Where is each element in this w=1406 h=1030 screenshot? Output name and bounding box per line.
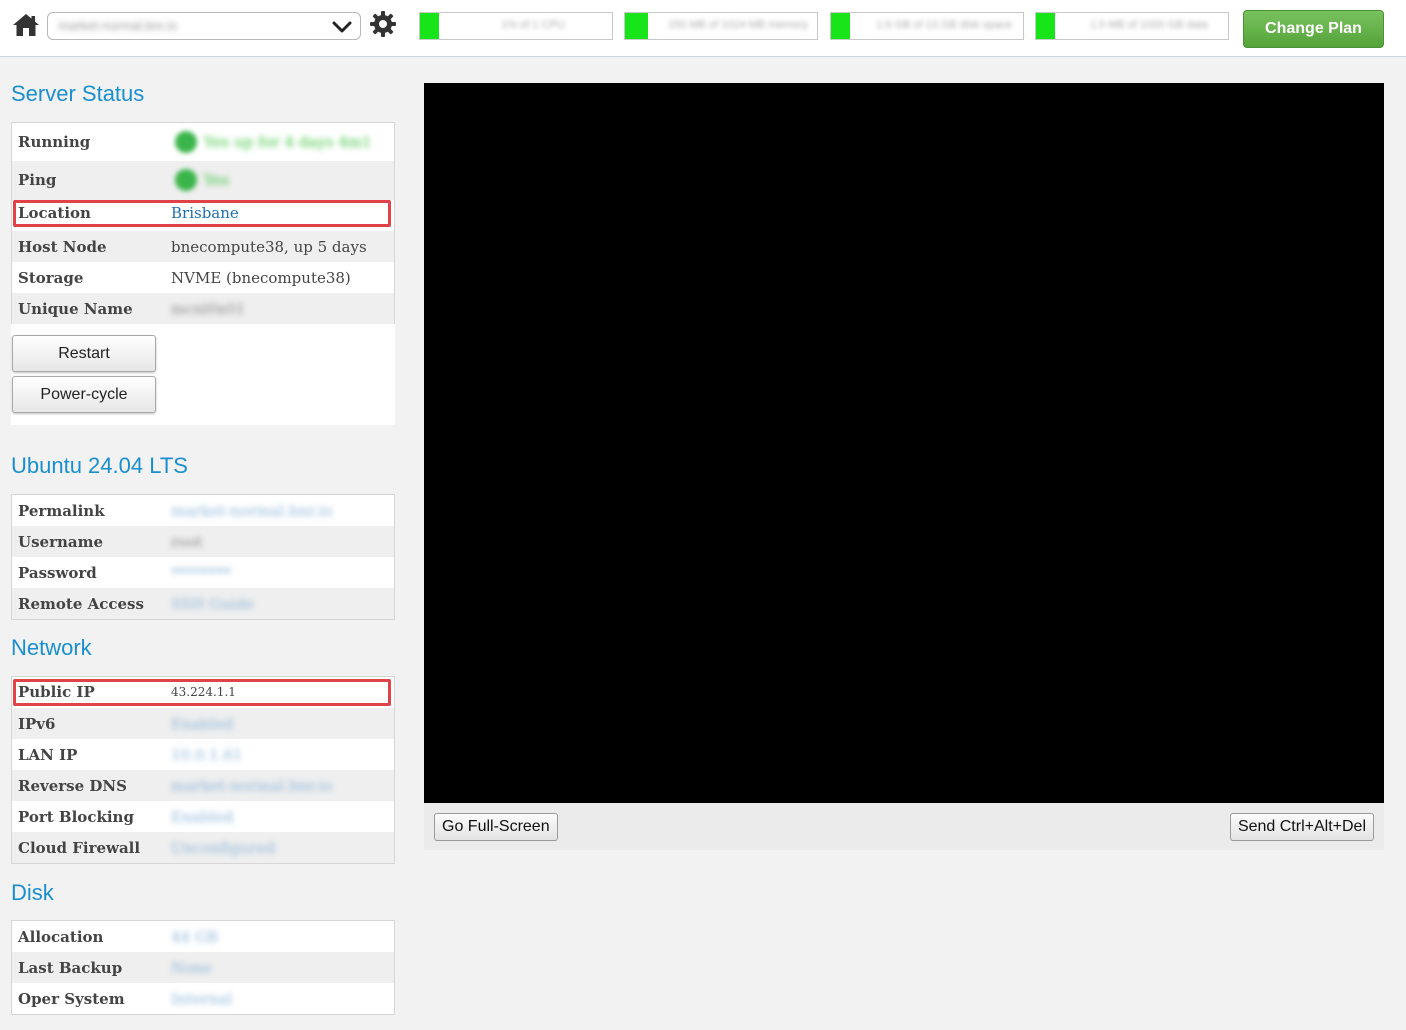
running-label: Running: [18, 133, 91, 151]
network-title: Network: [11, 635, 92, 660]
location-value[interactable]: Brisbane: [171, 204, 239, 222]
os-table: Permalink market-normal.bnr.io Username …: [11, 494, 395, 620]
restart-button[interactable]: Restart: [12, 335, 156, 372]
row-public-ip: Public IP 43.224.1.1: [12, 677, 394, 708]
row-remote-access: Remote Access SSH Guide: [12, 588, 394, 619]
server-status-table: Running Yes up for 4 days 4m1 Ping Yes L…: [11, 122, 395, 324]
location-label: Location: [18, 204, 91, 222]
public-ip-value: 43.224.1.1: [171, 685, 236, 699]
password-label: Password: [18, 564, 97, 582]
unique-name-value: mcnl0x01: [171, 300, 246, 318]
storage-label: Storage: [18, 269, 84, 287]
ping-label: Ping: [18, 171, 57, 189]
server-status-title: Server Status: [11, 81, 145, 106]
cpu-usage-fill: [420, 13, 440, 39]
permalink-label: Permalink: [18, 502, 105, 520]
row-oper-system: Oper System Internal: [12, 983, 394, 1014]
server-select[interactable]: market-normal.bnr.io: [47, 12, 361, 40]
data-usage-meter: 1.5 MB of 1000 GB data: [1035, 12, 1229, 40]
port-blocking-label: Port Blocking: [18, 808, 134, 826]
send-ctrl-alt-del-button[interactable]: Send Ctrl+Alt+Del: [1229, 813, 1374, 841]
row-username: Username root: [12, 526, 394, 557]
row-allocation: Allocation 44 GB: [12, 921, 394, 952]
data-usage-label: 1.5 MB of 1000 GB data: [1089, 19, 1209, 31]
remote-access-label: Remote Access: [18, 595, 144, 613]
storage-value: NVME (bnecompute38): [171, 269, 351, 287]
gear-icon[interactable]: [369, 10, 397, 38]
oper-system-label: Oper System: [18, 990, 125, 1008]
row-storage: Storage NVME (bnecompute38): [12, 262, 394, 293]
console-panel: Go Full-Screen Send Ctrl+Alt+Del: [424, 83, 1384, 850]
top-bar: market-normal.bnr.io 1% of 1 CPU 150 MB …: [0, 0, 1406, 57]
memory-usage-label: 150 MB of 1024 MB memory: [667, 19, 808, 31]
port-blocking-value[interactable]: Enabled: [171, 808, 233, 826]
last-backup-value[interactable]: None: [171, 959, 212, 977]
row-port-blocking: Port Blocking Enabled: [12, 801, 394, 832]
cloud-firewall-label: Cloud Firewall: [18, 839, 141, 857]
allocation-value[interactable]: 44 GB: [171, 928, 218, 946]
home-icon[interactable]: [12, 12, 40, 38]
lan-ip-label: LAN IP: [18, 746, 78, 764]
row-unique-name: Unique Name mcnl0x01: [12, 293, 394, 324]
row-reverse-dns: Reverse DNS market-normal.bnr.io: [12, 770, 394, 801]
cpu-usage-meter: 1% of 1 CPU: [419, 12, 613, 40]
host-node-value: bnecompute38, up 5 days: [171, 238, 367, 256]
row-location: Location Brisbane: [12, 200, 394, 231]
remote-access-value[interactable]: SSH Guide: [171, 595, 254, 613]
public-ip-label: Public IP: [18, 683, 95, 701]
os-title: Ubuntu 24.04 LTS: [11, 453, 188, 478]
username-label: Username: [18, 533, 104, 551]
data-usage-fill: [1036, 13, 1056, 39]
status-check-icon: [175, 131, 197, 153]
username-value: root: [171, 533, 203, 551]
ping-value: Yes: [204, 171, 230, 189]
server-select-value: market-normal.bnr.io: [58, 18, 178, 33]
vnc-console-screen[interactable]: [424, 83, 1384, 803]
permalink-value[interactable]: market-normal.bnr.io: [171, 502, 332, 520]
ipv6-label: IPv6: [18, 715, 56, 733]
row-ping: Ping Yes: [12, 161, 394, 200]
row-last-backup: Last Backup None: [12, 952, 394, 983]
password-value[interactable]: ********: [171, 564, 231, 582]
memory-usage-fill: [625, 13, 649, 39]
row-cloud-firewall: Cloud Firewall Unconfigured: [12, 832, 394, 863]
row-password: Password ********: [12, 557, 394, 588]
cpu-usage-label: 1% of 1 CPU: [501, 19, 565, 31]
row-lan-ip: LAN IP 10.0.1.61: [12, 739, 394, 770]
memory-usage-meter: 150 MB of 1024 MB memory: [624, 12, 818, 40]
disk-usage-label: 1.6 GB of 13 GB disk space: [876, 19, 1012, 31]
disk-table: Allocation 44 GB Last Backup None Oper S…: [11, 920, 395, 1015]
status-check-icon: [175, 169, 197, 191]
ipv6-value[interactable]: Enabled: [171, 715, 233, 733]
reverse-dns-value[interactable]: market-normal.bnr.io: [171, 777, 332, 795]
running-value: Yes up for 4 days 4m1: [204, 133, 372, 151]
cloud-firewall-value[interactable]: Unconfigured: [171, 839, 275, 857]
last-backup-label: Last Backup: [18, 959, 123, 977]
disk-usage-fill: [831, 13, 851, 39]
allocation-label: Allocation: [18, 928, 104, 946]
row-ipv6: IPv6 Enabled: [12, 708, 394, 739]
network-table: Public IP 43.224.1.1 IPv6 Enabled LAN IP…: [11, 676, 395, 864]
row-host-node: Host Node bnecompute38, up 5 days: [12, 231, 394, 262]
row-running: Running Yes up for 4 days 4m1: [12, 123, 394, 161]
row-permalink: Permalink market-normal.bnr.io: [12, 495, 394, 526]
change-plan-button[interactable]: Change Plan: [1243, 10, 1384, 48]
disk-title: Disk: [11, 880, 54, 905]
host-node-label: Host Node: [18, 238, 107, 256]
reverse-dns-label: Reverse DNS: [18, 777, 127, 795]
power-cycle-button[interactable]: Power-cycle: [12, 376, 156, 413]
unique-name-label: Unique Name: [18, 300, 133, 318]
lan-ip-value[interactable]: 10.0.1.61: [171, 746, 243, 764]
disk-usage-meter: 1.6 GB of 13 GB disk space: [830, 12, 1024, 40]
go-full-screen-button[interactable]: Go Full-Screen: [434, 813, 558, 841]
chevron-down-icon: [332, 21, 352, 33]
oper-system-value[interactable]: Internal: [171, 990, 232, 1008]
